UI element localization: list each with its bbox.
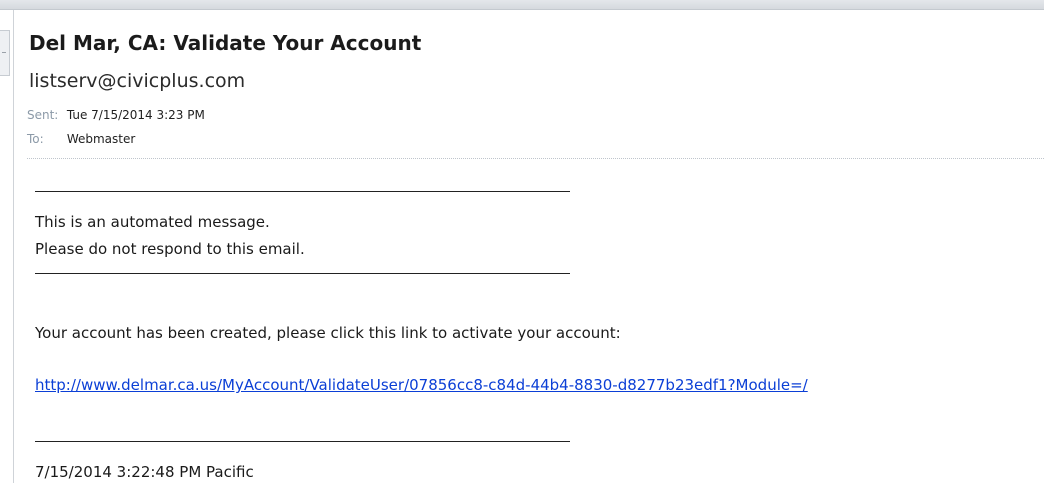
sent-label: Sent:	[27, 108, 59, 122]
header-divider	[27, 158, 1044, 159]
collapse-pane-handle[interactable]	[0, 30, 10, 76]
separator-line	[35, 273, 570, 274]
email-subject: Del Mar, CA: Validate Your Account	[29, 31, 422, 55]
body-timestamp: 7/15/2014 3:22:48 PM Pacific	[35, 463, 254, 481]
body-line-automated: This is an automated message.	[35, 213, 270, 231]
to-label: To:	[27, 132, 44, 146]
separator-line	[35, 441, 570, 442]
body-line-account-created: Your account has been created, please cl…	[35, 324, 621, 342]
to-recipient[interactable]: Webmaster	[67, 132, 135, 146]
sent-value: Tue 7/15/2014 3:23 PM	[66, 108, 205, 122]
left-gutter	[0, 10, 14, 483]
body-line-no-reply: Please do not respond to this email.	[35, 240, 305, 258]
to-row: To: Webmaster	[27, 132, 135, 146]
sent-row: Sent: Tue 7/15/2014 3:23 PM	[27, 108, 205, 122]
pane-top-border	[0, 0, 1044, 10]
separator-line	[35, 191, 570, 192]
email-sender[interactable]: listserv@civicplus.com	[29, 70, 245, 92]
activation-link[interactable]: http://www.delmar.ca.us/MyAccount/Valida…	[35, 375, 808, 395]
email-reading-pane: Del Mar, CA: Validate Your Account lists…	[0, 0, 1044, 483]
